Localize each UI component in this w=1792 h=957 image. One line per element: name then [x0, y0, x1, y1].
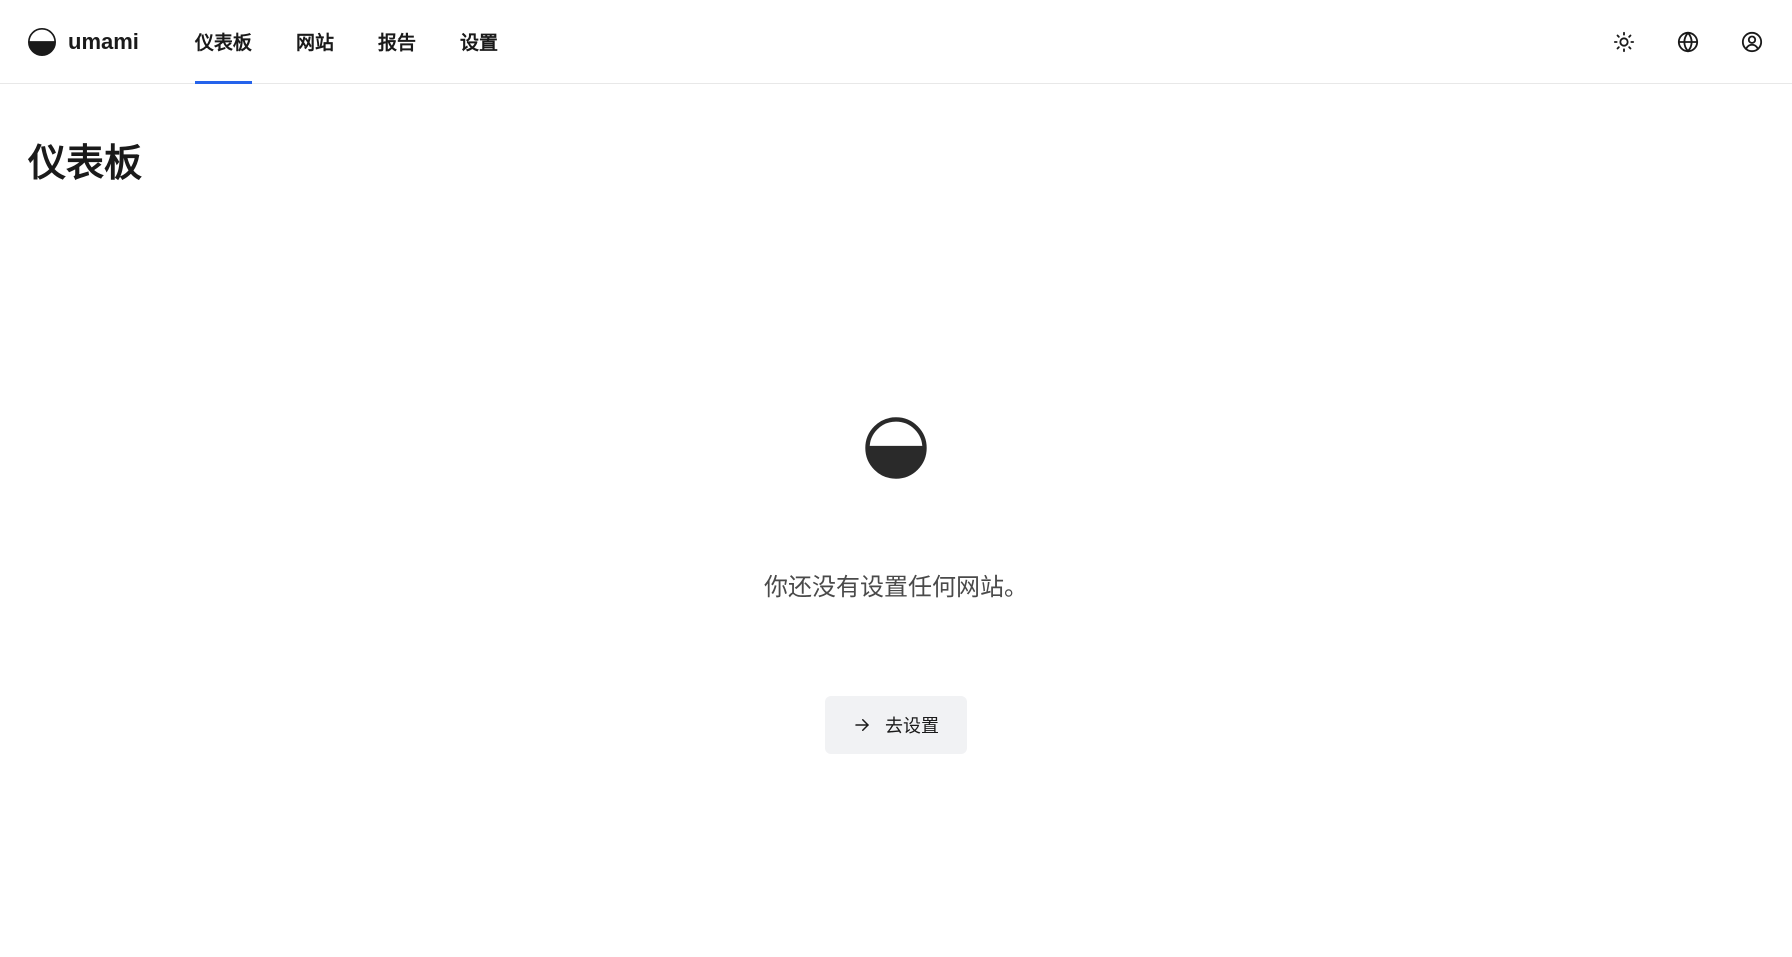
theme-toggle-button[interactable]: [1612, 30, 1636, 54]
go-to-settings-button[interactable]: 去设置: [825, 696, 967, 754]
profile-button[interactable]: [1740, 30, 1764, 54]
empty-state-message: 你还没有设置任何网站。: [764, 567, 1028, 602]
language-button[interactable]: [1676, 30, 1700, 54]
arrow-right-icon: [853, 716, 871, 734]
globe-icon: [1677, 31, 1699, 53]
go-to-settings-label: 去设置: [885, 712, 939, 738]
empty-state: 你还没有设置任何网站。 去设置: [28, 417, 1764, 754]
umami-logo-icon: [28, 28, 56, 56]
main-nav: 仪表板 网站 报告 设置: [195, 0, 498, 84]
app-header: umami 仪表板 网站 报告 设置: [0, 0, 1792, 84]
nav-settings[interactable]: 设置: [460, 0, 498, 84]
empty-state-logo-icon: [865, 417, 927, 479]
nav-websites[interactable]: 网站: [296, 0, 334, 84]
sun-icon: [1613, 31, 1635, 53]
nav-reports[interactable]: 报告: [378, 0, 416, 84]
page-title: 仪表板: [28, 132, 1764, 187]
header-right: [1612, 30, 1764, 54]
user-circle-icon: [1741, 31, 1763, 53]
brand-name: umami: [68, 29, 139, 55]
header-left: umami 仪表板 网站 报告 设置: [28, 0, 498, 84]
nav-dashboard[interactable]: 仪表板: [195, 0, 252, 84]
main-content: 仪表板 你还没有设置任何网站。 去设置: [0, 84, 1792, 802]
brand-section[interactable]: umami: [28, 28, 139, 56]
